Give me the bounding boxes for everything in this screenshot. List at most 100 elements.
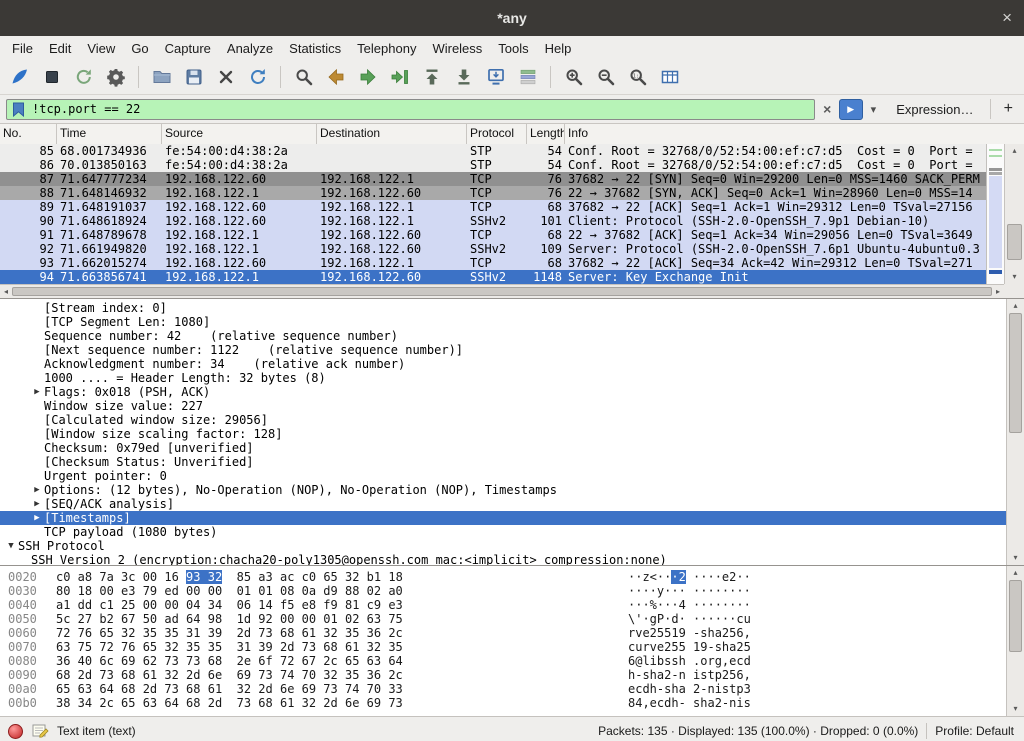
menu-help[interactable]: Help	[537, 38, 580, 59]
scroll-down-icon[interactable]: ▾	[1005, 271, 1024, 283]
hex-row-0030[interactable]: 003080 18 00 e3 79 ed 00 00 01 01 08 0a …	[0, 584, 1006, 598]
zoom-in-button[interactable]	[558, 62, 589, 92]
scrollbar-thumb[interactable]	[12, 287, 992, 296]
stop-capture-button[interactable]	[36, 62, 67, 92]
detail-line[interactable]: ▶Options: (12 bytes), No-Operation (NOP)…	[0, 483, 1006, 497]
hex-scrollbar[interactable]: ▴ ▾	[1006, 566, 1024, 716]
details-scrollbar[interactable]: ▴ ▾	[1006, 299, 1024, 565]
column-header-source[interactable]: Source	[162, 124, 317, 144]
detail-line[interactable]: ▼SSH Protocol	[0, 539, 1006, 553]
packet-row-89[interactable]: 8971.648191037192.168.122.60192.168.122.…	[0, 200, 986, 214]
hex-row-0040[interactable]: 0040a1 dd c1 25 00 00 04 34 06 14 f5 e8 …	[0, 598, 1006, 612]
menu-file[interactable]: File	[4, 38, 41, 59]
column-header-protocol[interactable]: Protocol	[467, 124, 527, 144]
packet-list-scrollbar[interactable]: ▴ ▾	[1004, 144, 1024, 284]
expander-right-icon[interactable]: ▶	[30, 511, 44, 525]
packet-row-87[interactable]: 8771.647777234192.168.122.60192.168.122.…	[0, 172, 986, 186]
expander-right-icon[interactable]: ▶	[30, 385, 44, 399]
packet-row-85[interactable]: 8568.001734936fe:54:00:d4:38:2aSTP54Conf…	[0, 144, 986, 158]
scroll-up-icon[interactable]: ▴	[1007, 300, 1024, 312]
detail-line[interactable]: Checksum: 0x79ed [unverified]	[0, 441, 1006, 455]
column-header-time[interactable]: Time	[57, 124, 162, 144]
filter-bookmark-icon[interactable]	[12, 102, 25, 117]
close-icon[interactable]: ×	[1002, 8, 1012, 28]
menu-tools[interactable]: Tools	[490, 38, 536, 59]
detail-line[interactable]: Sequence number: 42 (relative sequence n…	[0, 329, 1006, 343]
scroll-down-icon[interactable]: ▾	[1007, 703, 1024, 715]
zoom-original-button[interactable]: 1:1	[622, 62, 653, 92]
go-to-packet-button[interactable]	[384, 62, 415, 92]
packet-row-90[interactable]: 9071.648618924192.168.122.60192.168.122.…	[0, 214, 986, 228]
hex-row-0090[interactable]: 009068 2d 73 68 61 32 2d 6e 69 73 74 70 …	[0, 668, 1006, 682]
save-file-button[interactable]	[178, 62, 209, 92]
filter-input[interactable]: !tcp.port == 22	[6, 99, 815, 120]
menu-statistics[interactable]: Statistics	[281, 38, 349, 59]
menu-go[interactable]: Go	[123, 38, 156, 59]
packet-row-91[interactable]: 9171.648789678192.168.122.1192.168.122.6…	[0, 228, 986, 242]
packet-row-94[interactable]: 9471.663856741192.168.122.1192.168.122.6…	[0, 270, 986, 284]
scroll-up-icon[interactable]: ▴	[1007, 567, 1024, 579]
colorize-button[interactable]	[512, 62, 543, 92]
filter-dropdown-icon[interactable]: ▾	[867, 103, 881, 116]
resize-columns-button[interactable]	[654, 62, 685, 92]
menu-view[interactable]: View	[79, 38, 123, 59]
detail-line[interactable]: ▶[SEQ/ACK analysis]	[0, 497, 1006, 511]
hex-row-00a0[interactable]: 00a065 63 64 68 2d 73 68 61 32 2d 6e 69 …	[0, 682, 1006, 696]
detail-line[interactable]: TCP payload (1080 bytes)	[0, 525, 1006, 539]
go-last-button[interactable]	[448, 62, 479, 92]
capture-comment-icon[interactable]	[31, 722, 49, 740]
detail-line[interactable]: Window size value: 227	[0, 399, 1006, 413]
expander-right-icon[interactable]: ▶	[30, 497, 44, 511]
go-first-button[interactable]	[416, 62, 447, 92]
detail-line[interactable]: ▶Flags: 0x018 (PSH, ACK)	[0, 385, 1006, 399]
packet-list-hscrollbar[interactable]: ◂ ▸	[0, 284, 1004, 298]
expander-down-icon[interactable]: ▼	[4, 539, 18, 553]
menu-capture[interactable]: Capture	[157, 38, 219, 59]
auto-scroll-button[interactable]	[480, 62, 511, 92]
zoom-out-button[interactable]	[590, 62, 621, 92]
title-bar[interactable]: *any ×	[0, 0, 1024, 36]
column-header-length[interactable]: Length	[527, 124, 565, 144]
filter-apply-button[interactable]: ▶	[839, 99, 863, 120]
menu-edit[interactable]: Edit	[41, 38, 79, 59]
scroll-left-icon[interactable]: ◂	[0, 285, 12, 298]
open-file-button[interactable]	[146, 62, 177, 92]
find-packet-button[interactable]	[288, 62, 319, 92]
expert-info-icon[interactable]	[8, 724, 23, 739]
restart-capture-button[interactable]	[68, 62, 99, 92]
go-back-button[interactable]	[320, 62, 351, 92]
filter-text[interactable]: !tcp.port == 22	[32, 102, 140, 116]
menu-telephony[interactable]: Telephony	[349, 38, 424, 59]
column-header-no[interactable]: No.	[0, 124, 57, 144]
add-filter-button[interactable]: +	[998, 100, 1018, 118]
detail-line[interactable]: [Next sequence number: 1122 (relative se…	[0, 343, 1006, 357]
hex-row-0050[interactable]: 00505c 27 b2 67 50 ad 64 98 1d 92 00 00 …	[0, 612, 1006, 626]
packet-row-93[interactable]: 9371.662015274192.168.122.60192.168.122.…	[0, 256, 986, 270]
close-file-button[interactable]	[210, 62, 241, 92]
hex-row-0080[interactable]: 008036 40 6c 69 62 73 73 68 2e 6f 72 67 …	[0, 654, 1006, 668]
detail-line[interactable]: [Window size scaling factor: 128]	[0, 427, 1006, 441]
hex-row-0060[interactable]: 006072 76 65 32 35 35 31 39 2d 73 68 61 …	[0, 626, 1006, 640]
menu-wireless[interactable]: Wireless	[424, 38, 490, 59]
detail-line[interactable]: Acknowledgment number: 34 (relative ack …	[0, 357, 1006, 371]
packet-row-92[interactable]: 9271.661949820192.168.122.1192.168.122.6…	[0, 242, 986, 256]
menu-analyze[interactable]: Analyze	[219, 38, 281, 59]
expander-right-icon[interactable]: ▶	[30, 483, 44, 497]
scroll-right-icon[interactable]: ▸	[992, 285, 1004, 298]
packet-minimap[interactable]	[986, 144, 1004, 284]
scroll-up-icon[interactable]: ▴	[1005, 145, 1024, 157]
detail-line[interactable]: ▶[Timestamps]	[0, 511, 1006, 525]
status-profile[interactable]: Profile: Default	[935, 724, 1016, 738]
scrollbar-thumb[interactable]	[1009, 580, 1022, 652]
hex-row-0020[interactable]: 0020c0 a8 7a 3c 00 16 93 32 85 a3 ac c0 …	[0, 570, 1006, 584]
detail-line[interactable]: [TCP Segment Len: 1080]	[0, 315, 1006, 329]
filter-clear-icon[interactable]: ×	[819, 101, 835, 117]
reload-file-button[interactable]	[242, 62, 273, 92]
detail-line[interactable]: 1000 .... = Header Length: 32 bytes (8)	[0, 371, 1006, 385]
packet-row-88[interactable]: 8871.648146932192.168.122.1192.168.122.6…	[0, 186, 986, 200]
scrollbar-thumb[interactable]	[1007, 224, 1022, 260]
detail-line[interactable]: [Calculated window size: 29056]	[0, 413, 1006, 427]
hex-row-00b0[interactable]: 00b038 34 2c 65 63 64 68 2d 73 68 61 32 …	[0, 696, 1006, 710]
packet-row-86[interactable]: 8670.013850163fe:54:00:d4:38:2aSTP54Conf…	[0, 158, 986, 172]
expression-button[interactable]: Expression…	[888, 102, 981, 117]
